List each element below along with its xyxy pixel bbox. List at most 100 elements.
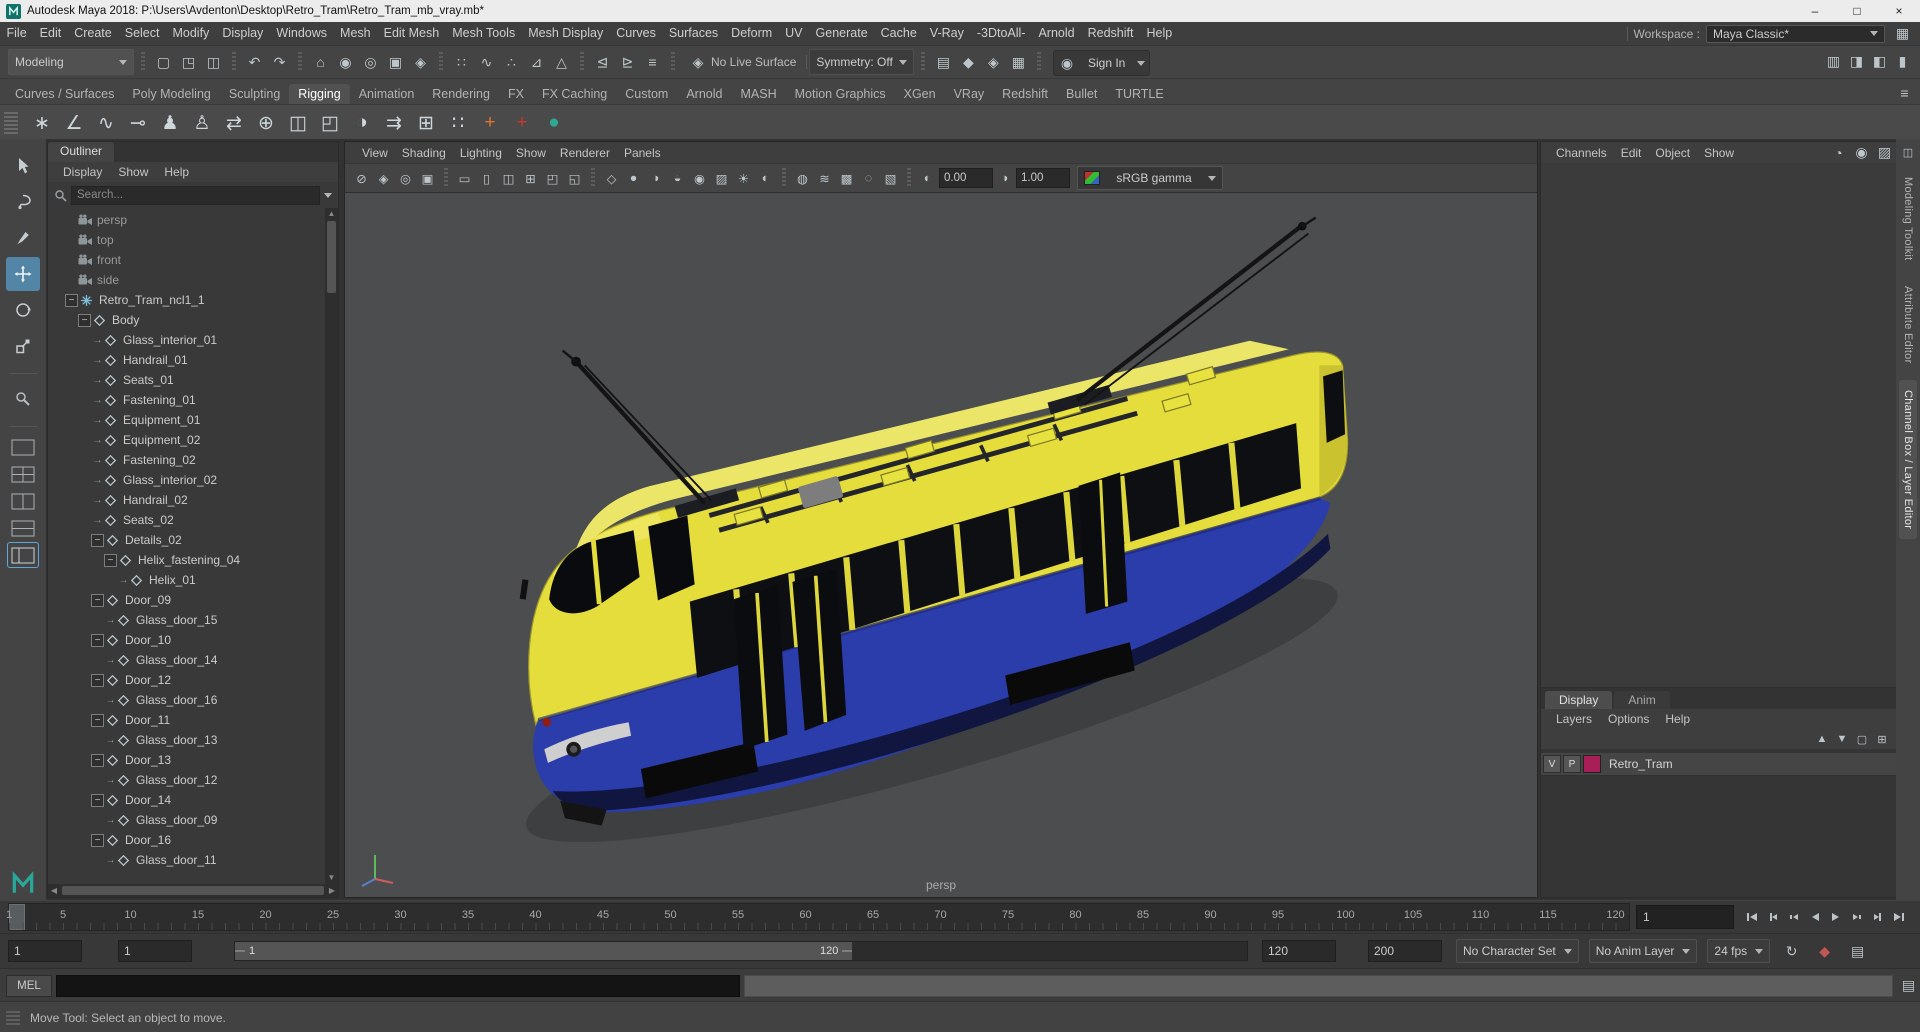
shelf-tab[interactable]: Custom	[616, 84, 677, 104]
anim-layer-selector[interactable]: No Anim Layer	[1588, 939, 1698, 963]
channel-box-menu-item[interactable]: Channels	[1549, 146, 1614, 160]
outliner-item[interactable]: Equipment_01	[48, 410, 338, 430]
copy-skin-weights-icon[interactable]: ⇉	[378, 107, 410, 139]
menu-item[interactable]: Generate	[809, 22, 874, 45]
outliner-item[interactable]: Details_02	[48, 530, 338, 550]
two-pane-side-layout-button[interactable]	[8, 489, 38, 513]
outliner-item[interactable]: Glass_door_13	[48, 730, 338, 750]
animation-preferences-icon[interactable]: ▤	[1846, 940, 1869, 963]
shadows-icon[interactable]: ◐	[755, 168, 776, 189]
rotate-tool-button[interactable]	[6, 293, 40, 327]
layer-editor-menu-item[interactable]: Help	[1658, 712, 1697, 726]
outliner-item[interactable]: top	[48, 230, 338, 250]
viewport-menu-item[interactable]: Panels	[617, 146, 668, 160]
outliner-item[interactable]: Helix_fastening_04	[48, 550, 338, 570]
channel-settings-icon[interactable]: ▨	[1873, 141, 1896, 164]
outliner-vertical-scrollbar[interactable]: ▲ ▼	[325, 208, 338, 884]
shelf-tab[interactable]: TURTLE	[1106, 84, 1172, 104]
lock-camera-icon[interactable]: ◈	[373, 168, 394, 189]
command-language-toggle[interactable]: MEL	[6, 974, 52, 997]
outliner-item[interactable]: Equipment_02	[48, 430, 338, 450]
live-surface-button[interactable]: ◈ No Live Surface	[682, 51, 804, 73]
lighting-icon[interactable]: ☀	[733, 168, 754, 189]
four-pane-layout-button[interactable]	[8, 462, 38, 486]
animation-end-field[interactable]	[1368, 940, 1442, 962]
lasso-select-tool-button[interactable]	[6, 185, 40, 219]
outliner-item[interactable]: Glass_door_09	[48, 810, 338, 830]
range-start-handle[interactable]	[235, 950, 245, 952]
menu-item[interactable]: Help	[1140, 22, 1179, 45]
expander-icon[interactable]	[91, 435, 104, 446]
script-editor-icon[interactable]: ▤	[1897, 974, 1920, 997]
shelf-menu-icon[interactable]: ≡	[1893, 81, 1916, 104]
use-default-material-icon[interactable]: ◒	[667, 168, 688, 189]
channel-box-menu-item[interactable]: Show	[1697, 146, 1741, 160]
outliner-menu-item[interactable]: Help	[157, 165, 196, 179]
turtle-plugin-icon[interactable]: ●	[538, 107, 570, 139]
gamma-field[interactable]	[1016, 168, 1070, 188]
close-button[interactable]: ×	[1878, 0, 1920, 22]
outliner-item[interactable]: Door_16	[48, 830, 338, 850]
toolbar-grip[interactable]	[439, 52, 443, 72]
menu-item[interactable]: Edit	[33, 22, 68, 45]
playback-range-bar[interactable]: 1 120	[235, 942, 853, 960]
outliner-item[interactable]: Door_10	[48, 630, 338, 650]
menu-item[interactable]: Mesh Display	[522, 22, 610, 45]
expander-icon[interactable]	[91, 713, 104, 727]
playback-loop-icon[interactable]: ↻	[1780, 940, 1803, 963]
outliner-item[interactable]: Handrail_01	[48, 350, 338, 370]
last-tool-button[interactable]	[6, 382, 40, 416]
menu-set-selector[interactable]: Modeling	[8, 49, 134, 75]
shelf-tab[interactable]: Animation	[350, 84, 424, 104]
shelf-tab[interactable]: Arnold	[677, 84, 731, 104]
modeling-toolkit-toggle-icon[interactable]: ▥	[1822, 50, 1845, 73]
playback-start-field[interactable]	[118, 940, 192, 962]
snap-plane-icon[interactable]: ⊿	[525, 51, 548, 74]
channel-speed-icon[interactable]: ◉	[1850, 141, 1873, 164]
motion-blur-icon[interactable]: ≋	[814, 168, 835, 189]
menu-item[interactable]: V-Ray	[923, 22, 970, 45]
shelf-tab[interactable]: Poly Modeling	[123, 84, 220, 104]
menu-item[interactable]: Display	[216, 22, 270, 45]
outliner-item[interactable]: Fastening_01	[48, 390, 338, 410]
outliner-item[interactable]: Handrail_02	[48, 490, 338, 510]
viewport-menu-item[interactable]: Lighting	[453, 146, 509, 160]
quick-rig-icon[interactable]: ♙	[186, 107, 218, 139]
open-render-view-icon[interactable]: ▤	[932, 51, 955, 74]
animation-start-field[interactable]	[8, 940, 82, 962]
safe-action-icon[interactable]: ◰	[542, 168, 563, 189]
scroll-down-icon[interactable]: ▼	[328, 872, 336, 884]
step-back-frame-button[interactable]	[1763, 907, 1782, 927]
gate-mask-icon[interactable]: ◫	[498, 168, 519, 189]
outliner-item[interactable]: Door_09	[48, 590, 338, 610]
select-component-icon[interactable]: ◎	[359, 51, 382, 74]
outliner-menu-item[interactable]: Display	[56, 165, 109, 179]
shaded-icon[interactable]: ●	[623, 168, 644, 189]
menu-item[interactable]: Modify	[166, 22, 216, 45]
isolate-select-icon[interactable]: ▧	[880, 168, 901, 189]
outliner-item[interactable]: front	[48, 250, 338, 270]
outliner-tab[interactable]: Outliner	[48, 142, 115, 162]
menu-item[interactable]: Deform	[725, 22, 779, 45]
layer-editor-menu-item[interactable]: Options	[1601, 712, 1656, 726]
expander-icon[interactable]	[104, 855, 117, 866]
outliner-item[interactable]: Glass_door_16	[48, 690, 338, 710]
chevron-down-icon[interactable]	[1137, 60, 1146, 70]
render-current-frame-icon[interactable]: ◆	[957, 51, 980, 74]
toolbar-grip[interactable]	[580, 52, 584, 72]
layer-visibility-toggle[interactable]: V	[1543, 755, 1561, 773]
exposure-field[interactable]	[939, 168, 993, 188]
range-end-handle[interactable]	[842, 950, 853, 952]
maximize-button[interactable]: □	[1836, 0, 1878, 22]
shelf-tab[interactable]: Sculpting	[220, 84, 289, 104]
expander-icon[interactable]	[91, 673, 104, 687]
expander-icon[interactable]	[78, 313, 91, 327]
shelf-tab[interactable]: FX	[499, 84, 533, 104]
expander-icon[interactable]	[104, 815, 117, 826]
viewport-canvas[interactable]: persp	[345, 193, 1537, 897]
shelf-tab[interactable]: Motion Graphics	[786, 84, 895, 104]
viewport-menu-item[interactable]: Show	[509, 146, 553, 160]
range-slider-track[interactable]: 1 120	[234, 941, 1248, 961]
menu-item[interactable]: Cache	[874, 22, 923, 45]
select-tool-button[interactable]	[6, 149, 40, 183]
